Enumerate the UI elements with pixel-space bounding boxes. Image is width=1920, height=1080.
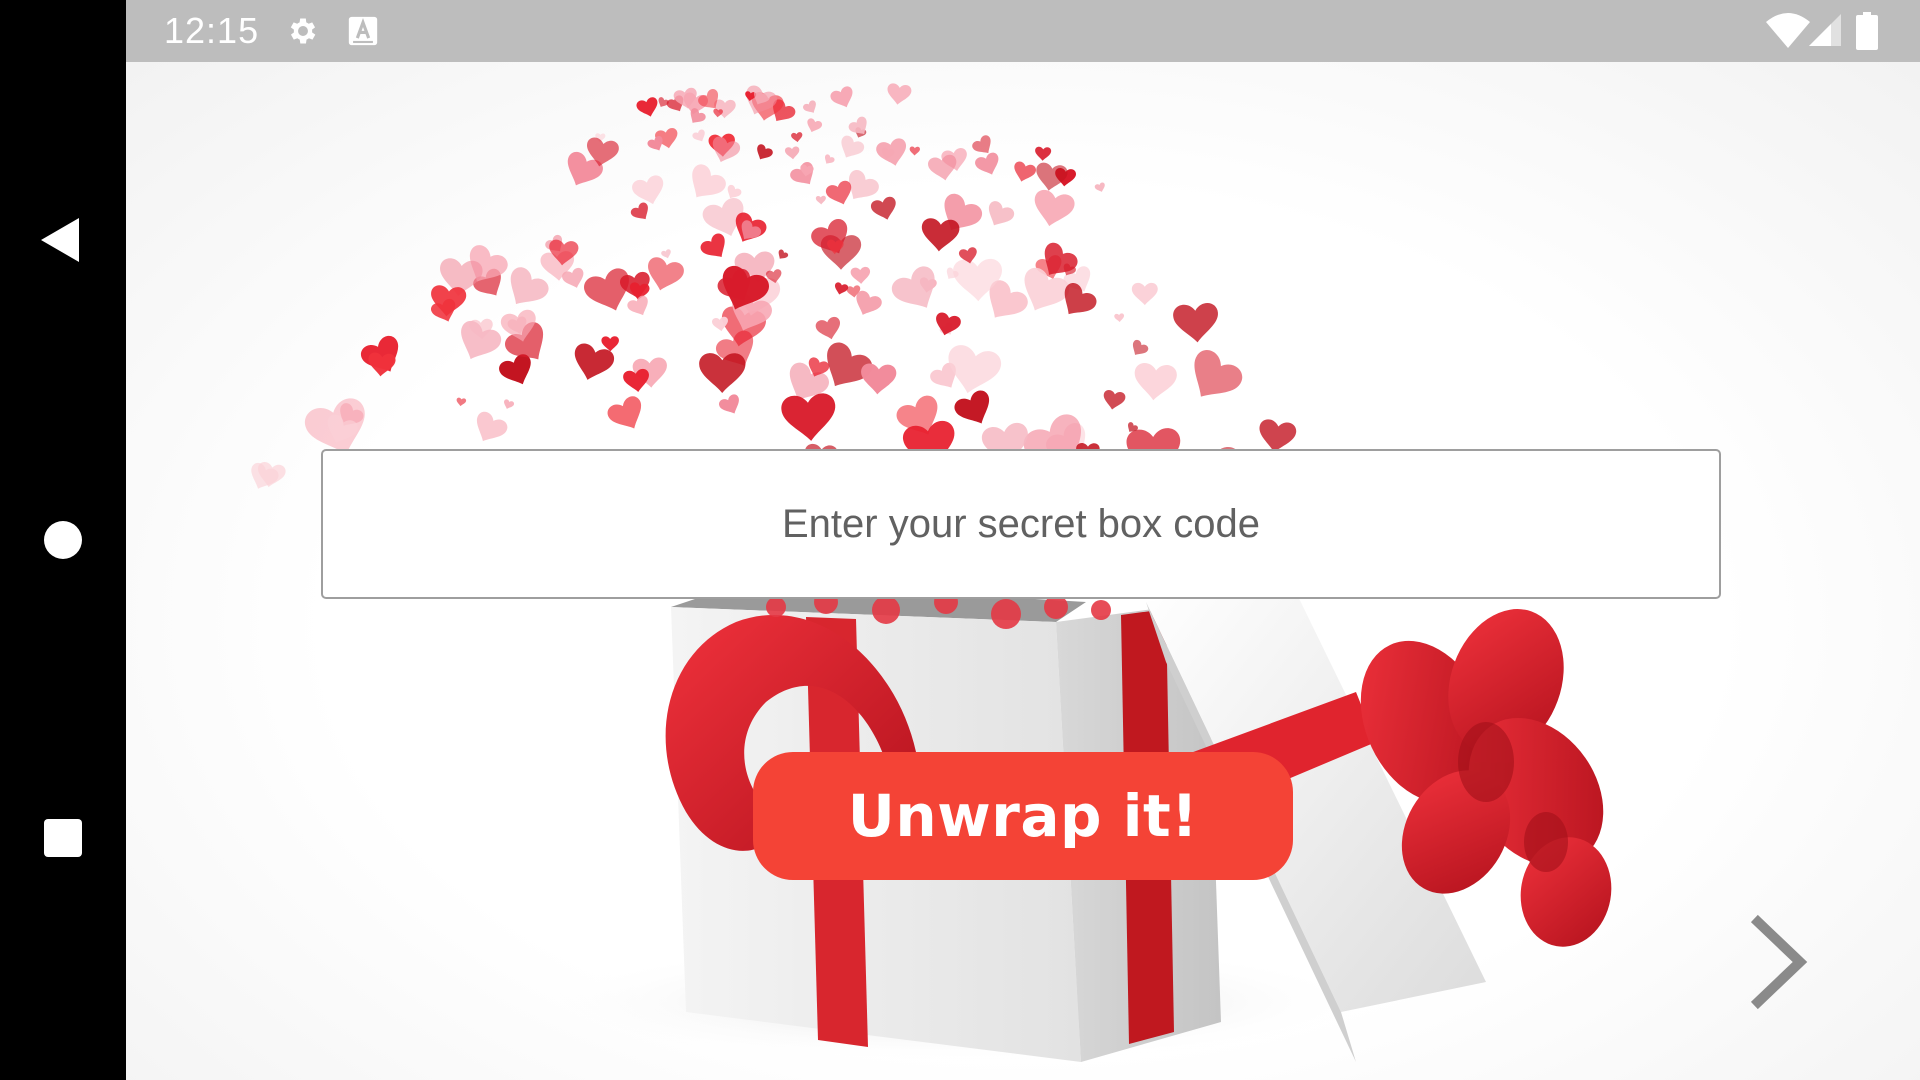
- recents-button[interactable]: [0, 778, 126, 898]
- status-bar: 12:15: [126, 0, 1920, 62]
- secret-code-input[interactable]: [321, 449, 1721, 599]
- text-a-icon: [348, 16, 378, 46]
- chevron-right-icon[interactable]: [1746, 912, 1816, 1012]
- unwrap-button[interactable]: Unwrap it!: [753, 752, 1293, 880]
- back-triangle-icon: [41, 218, 79, 262]
- clock: 12:15: [164, 10, 260, 51]
- navigation-bar: [0, 0, 126, 1080]
- wifi-icon: [1766, 13, 1810, 48]
- back-button[interactable]: [0, 180, 126, 300]
- unwrap-screen: Unwrap it!: [126, 62, 1920, 1080]
- home-button[interactable]: [0, 480, 126, 600]
- gear-icon: [290, 18, 316, 44]
- battery-icon: [1856, 12, 1878, 50]
- signal-icon: [1809, 14, 1841, 46]
- home-circle-icon: [44, 521, 82, 559]
- recents-square-icon: [44, 819, 82, 857]
